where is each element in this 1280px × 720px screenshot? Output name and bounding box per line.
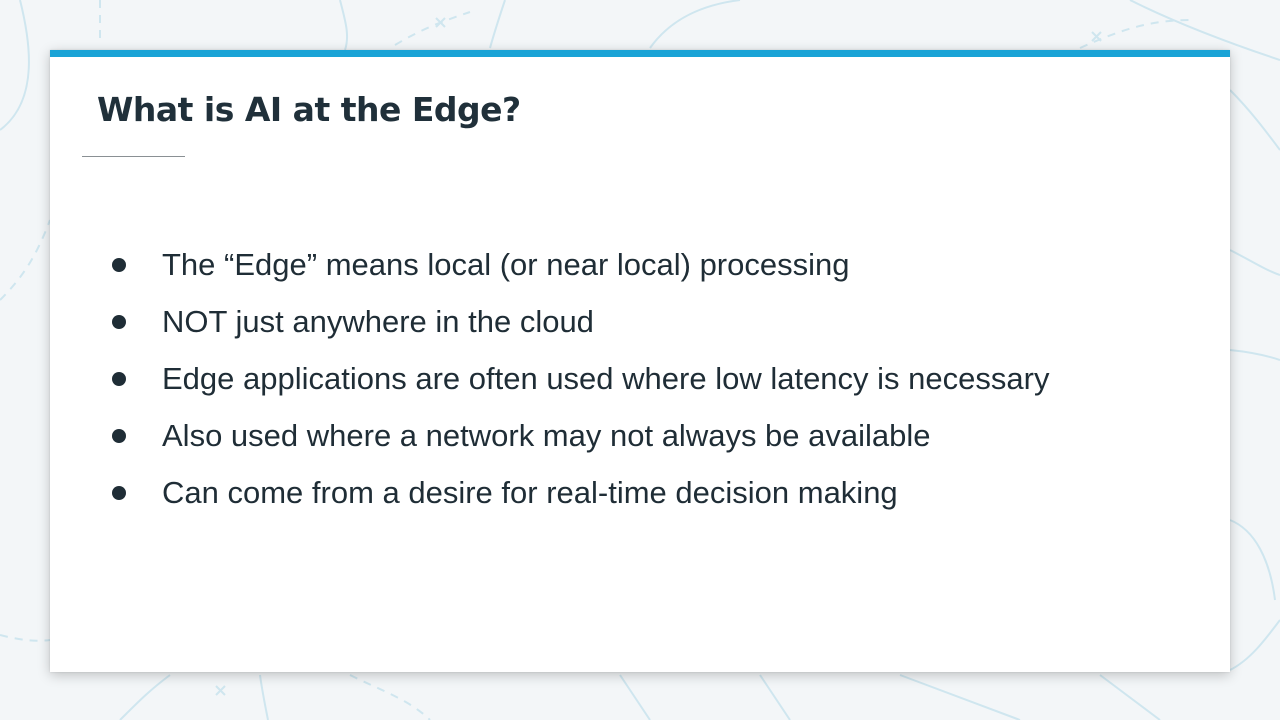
slide-card: What is AI at the Edge? The “Edge” means… xyxy=(50,50,1230,672)
bullet-text: NOT just anywhere in the cloud xyxy=(162,304,594,339)
bullet-text: Also used where a network may not always… xyxy=(162,418,931,453)
bullet-text: Can come from a desire for real-time dec… xyxy=(162,475,898,510)
title-underline xyxy=(82,156,185,157)
bullet-text: Edge applications are often used where l… xyxy=(162,361,1050,396)
bullet-text: The “Edge” means local (or near local) p… xyxy=(162,247,850,282)
bullet-dot-icon xyxy=(112,258,126,272)
bullet-dot-icon xyxy=(112,486,126,500)
bullet-dot-icon xyxy=(112,372,126,386)
bullet-dot-icon xyxy=(112,315,126,329)
slide-title: What is AI at the Edge? xyxy=(97,90,521,129)
bullet-dot-icon xyxy=(112,429,126,443)
